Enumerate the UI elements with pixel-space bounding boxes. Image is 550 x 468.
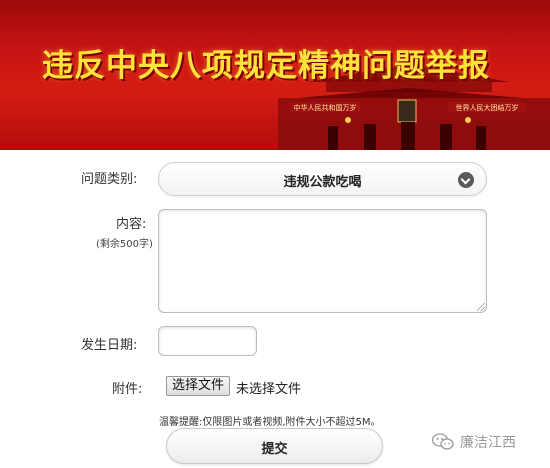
file-status-text: 未选择文件: [236, 382, 302, 397]
gate-slogan-right: 世界人民大团结万岁: [456, 103, 519, 112]
watermark-text: 廉洁江西: [460, 435, 516, 451]
category-selected-value: 违规公款吃喝: [283, 175, 362, 190]
header-banner: 中华人民共和国万岁 世界人民大团结万岁 违反中央八项规定精神问题举报: [0, 0, 550, 150]
date-label: 发生日期:: [81, 338, 138, 353]
gate-slogan-left: 中华人民共和国万岁: [294, 103, 357, 112]
chevron-down-icon[interactable]: [458, 172, 474, 188]
page-title: 违反中央八项规定精神问题举报: [42, 48, 490, 84]
attachment-label: 附件:: [112, 382, 143, 397]
submit-button-label: 提交: [261, 442, 288, 457]
date-input[interactable]: [158, 326, 257, 356]
upload-tip: 温馨提醒:仅限图片或者视频,附件大小不超过5M。: [159, 417, 381, 428]
textarea-resize-handle[interactable]: [477, 303, 485, 311]
choose-file-button[interactable]: 选择文件: [166, 376, 231, 396]
submit-button[interactable]: 提交: [166, 428, 383, 464]
category-select[interactable]: 违规公款吃喝: [158, 162, 487, 196]
content-textarea[interactable]: [158, 209, 487, 313]
wechat-icon: [432, 433, 454, 450]
content-remaining-count: (剩余500字): [96, 239, 153, 250]
content-label: 内容:: [116, 217, 147, 232]
category-label: 问题类别:: [81, 172, 138, 187]
watermark: 廉洁江西: [432, 432, 516, 452]
